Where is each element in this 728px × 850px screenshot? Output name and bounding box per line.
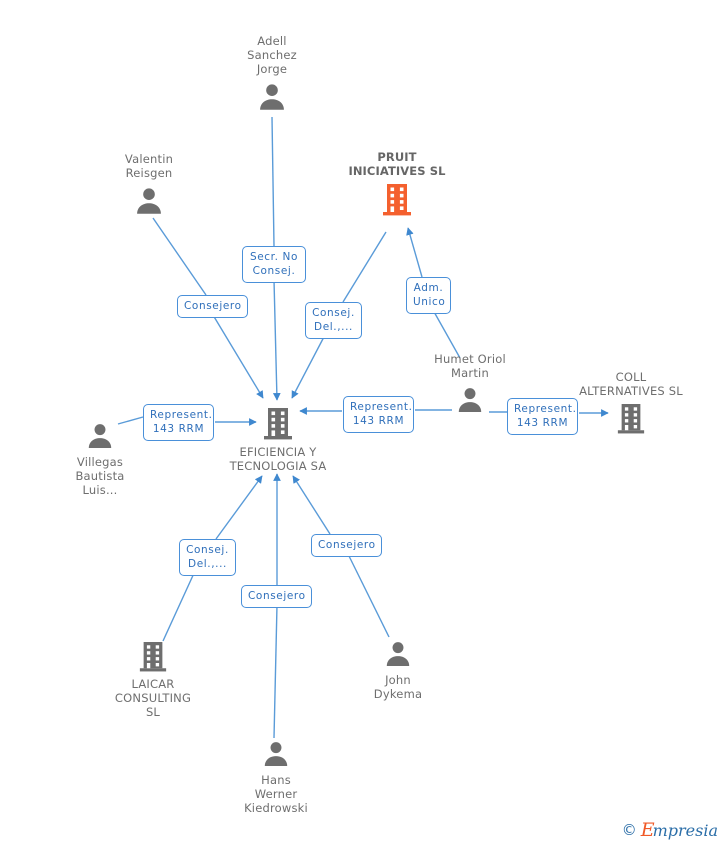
relationship-label-consejero-hans[interactable]: Consejero [241, 585, 312, 608]
node-label: Adell Sanchez Jorge [247, 34, 297, 76]
edge-laicar-to-label [162, 570, 196, 642]
node-john-dykema[interactable]: John Dykema [328, 638, 468, 701]
person-icon [132, 184, 166, 218]
node-adell-sanchez-jorge[interactable]: Adell Sanchez Jorge [202, 34, 342, 114]
person-icon [84, 420, 116, 452]
node-pruit-iniciatives-sl[interactable]: PRUIT INICIATIVES SL [327, 150, 467, 218]
relationship-label-represent-coll[interactable]: Represent. 143 RRM [507, 398, 578, 435]
relationship-label-consej-del-pruit[interactable]: Consej. Del.,... [305, 302, 362, 339]
edge-humet-to-label-admunico [432, 309, 461, 359]
edge-pruit-to-label [342, 231, 387, 303]
company-icon [616, 402, 646, 436]
edge-adell-to-label [271, 116, 275, 247]
node-label: John Dykema [373, 673, 423, 701]
relationship-label-adm-unico[interactable]: Adm. Unico [406, 277, 451, 314]
node-laicar-consulting-sl[interactable]: LAICAR CONSULTING SL [83, 640, 223, 719]
person-icon [255, 80, 289, 114]
person-icon [260, 738, 292, 770]
person-icon [454, 384, 486, 416]
company-icon [381, 182, 413, 218]
watermark: © E mpresia [622, 821, 718, 840]
node-label: Valentin Reisgen [124, 152, 174, 180]
node-label: COLL ALTERNATIVES SL [579, 370, 683, 398]
edge-label-to-eficiencia-consejdel-pruit [291, 332, 327, 399]
edge-label-to-eficiencia-secr [272, 279, 281, 401]
node-label: EFICIENCIA Y TECNOLOGIA SA [229, 445, 327, 473]
edge-valentin-to-label [152, 217, 207, 296]
node-valentin-reisgen[interactable]: Valentin Reisgen [79, 152, 219, 218]
node-coll-alternatives-sl[interactable]: COLL ALTERNATIVES SL [561, 370, 701, 436]
edge-hans-to-label [273, 604, 278, 739]
relationship-label-represent-villegas[interactable]: Represent. 143 RRM [143, 404, 214, 441]
company-icon [262, 406, 294, 442]
company-icon [138, 640, 168, 674]
node-label: Humet Oriol Martin [434, 352, 506, 380]
edge-label-to-eficiencia-consejero-john [292, 475, 331, 535]
copyright-icon: © [621, 821, 637, 839]
node-eficiencia-y-tecnologia-sa[interactable]: EFICIENCIA Y TECNOLOGIA SA [208, 406, 348, 473]
edge-label-to-eficiencia-consejdel-laicar [215, 475, 263, 540]
diagram-canvas: Adell Sanchez Jorge Valentin Reisgen PRU… [0, 0, 728, 850]
edge-label-to-eficiencia-consejero-valentin [212, 314, 264, 399]
node-hans-werner-kiedrowski[interactable]: Hans Werner Kiedrowski [206, 738, 346, 815]
edge-john-to-label [347, 553, 390, 638]
node-label: PRUIT INICIATIVES SL [348, 150, 446, 178]
edge-label-to-pruit-admunico [406, 227, 423, 278]
relationship-label-consejero-valentin[interactable]: Consejero [177, 295, 248, 318]
node-label: Hans Werner Kiedrowski [244, 773, 308, 815]
relationship-label-consej-del-laicar[interactable]: Consej. Del.,... [179, 539, 236, 576]
relationship-label-secr-no-consej[interactable]: Secr. No Consej. [242, 246, 306, 283]
person-icon [382, 638, 414, 670]
node-label: LAICAR CONSULTING SL [114, 677, 192, 719]
node-label: Villegas Bautista Luis... [75, 455, 125, 497]
brand-name: E mpresia [641, 821, 718, 840]
relationship-label-consejero-john[interactable]: Consejero [311, 534, 382, 557]
brand-rest: mpresia [652, 821, 718, 840]
relationship-label-represent-humet[interactable]: Represent. 143 RRM [343, 396, 414, 433]
